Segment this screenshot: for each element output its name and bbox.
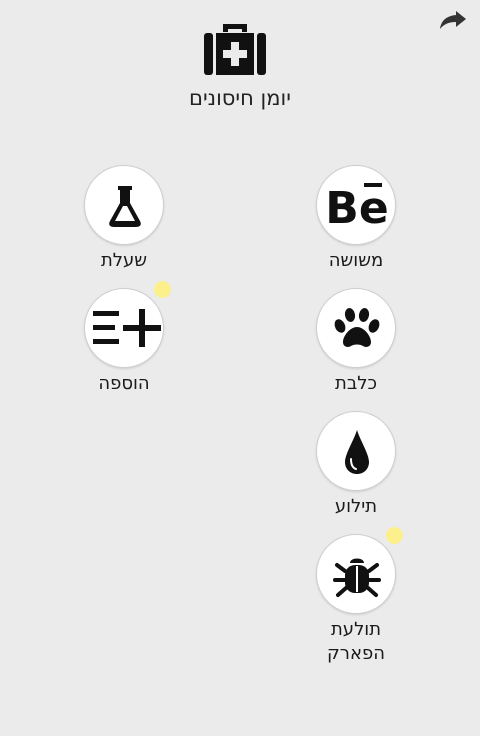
app-title: יומן חיסונים [189, 86, 291, 110]
vaccine-item-rabies[interactable]: כלבת [296, 288, 416, 396]
vaccine-button-rabies[interactable] [316, 288, 396, 368]
behance-icon: Be [325, 183, 389, 234]
vaccine-button-measles[interactable]: Be [316, 165, 396, 245]
vaccine-item-park-worm[interactable]: תולעת הפארק [296, 527, 416, 666]
paw-icon [334, 308, 380, 347]
svg-text:Be: Be [325, 183, 388, 234]
vaccine-button-park-worm[interactable] [316, 527, 403, 614]
vaccine-label: תולעת הפארק [327, 619, 385, 664]
vaccine-label: הוספה [98, 373, 150, 394]
add-vaccine-button[interactable] [84, 281, 171, 368]
vaccine-item-whooping-cough[interactable]: שעלת [64, 165, 184, 273]
vaccine-label: משושה [328, 250, 384, 271]
drop-icon [345, 430, 369, 474]
bug-icon [333, 558, 381, 597]
first-aid-kit-icon [204, 24, 266, 76]
vaccine-item-deworming[interactable]: תילוע [296, 411, 416, 519]
vaccine-label: שעלת [100, 250, 148, 271]
vaccine-label: תילוע [334, 496, 378, 517]
notification-dot [386, 527, 403, 544]
add-vaccine-item[interactable]: הוספה [64, 281, 184, 396]
vaccine-item-measles[interactable]: Be משושה [296, 165, 416, 273]
vaccine-label: כלבת [335, 373, 377, 394]
add-list-icon [93, 309, 161, 347]
share-button[interactable] [438, 8, 468, 32]
vaccine-button-deworming[interactable] [316, 411, 396, 491]
notification-dot [154, 281, 171, 298]
share-arrow-icon [440, 11, 466, 29]
flask-icon [109, 186, 141, 227]
vaccine-button-whooping-cough[interactable] [84, 165, 164, 245]
